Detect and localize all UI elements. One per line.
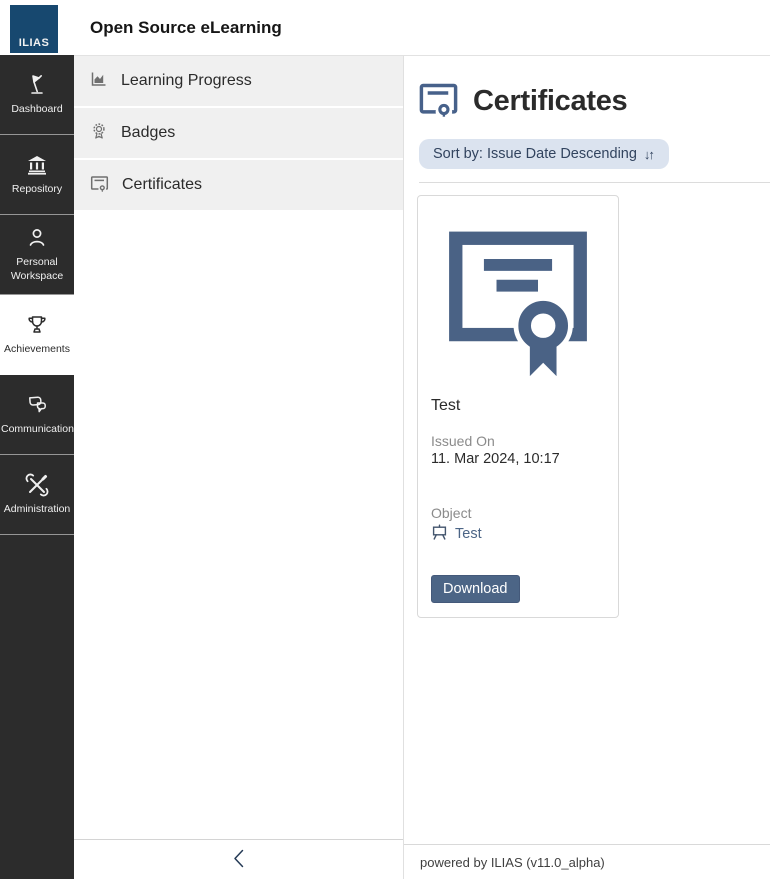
certificates-pane: Certificates Sort by: Issue Date Descend… [404,56,770,844]
page-heading-title: Certificates [473,85,627,118]
mainbar-item-dashboard[interactable]: Dashboard [0,55,74,135]
mainbar-item-label: Communication [1,423,73,436]
main-content: Certificates Sort by: Issue Date Descend… [404,55,770,879]
easel-icon [431,524,448,544]
slate-item-label: Badges [121,124,175,142]
download-button[interactable]: Download [431,575,520,603]
chat-bubbles-icon [25,393,49,417]
certificate-card: Test Issued On 11. Mar 2024, 10:17 Objec… [417,195,619,618]
rosette-badge-icon [90,122,108,145]
slate-item-certificates[interactable]: Certificates [74,160,403,210]
ilias-logo[interactable]: ILIAS [10,5,58,53]
object-link[interactable]: Test [431,524,482,544]
powered-by-text: powered by ILIAS (v11.0_alpha) [420,855,605,870]
sort-by-button[interactable]: Sort by: Issue Date Descending ↓↑ [419,139,669,169]
bank-icon [25,153,49,177]
sort-arrows-icon: ↓↑ [644,147,655,162]
mainbar-item-label: Repository [1,183,73,196]
top-header: ILIAS Open Source eLearning [0,0,770,55]
app-window: ILIAS Open Source eLearning Dashboard [0,0,770,879]
mainbar-item-label: Dashboard [1,103,73,116]
area-chart-icon [90,70,108,93]
slate-item-label: Certificates [122,176,202,194]
mainbar-item-personal-workspace[interactable]: Personal Workspace [0,215,74,295]
mainbar-item-achievements[interactable]: Achievements [0,295,74,375]
slate-item-badges[interactable]: Badges [74,108,403,158]
certificate-heading-icon [419,81,458,122]
collapse-slate-button[interactable] [222,845,255,875]
certificate-image [418,196,618,391]
issued-on-value: 11. Mar 2024, 10:17 [431,451,605,467]
mainbar-item-label: Personal Workspace [1,256,73,282]
chevron-left-icon [232,856,245,871]
page-heading: Certificates [419,81,770,122]
object-label: Object [431,505,605,521]
object-block: Object Test [431,505,605,545]
certificate-icon [90,174,109,197]
slate-item-label: Learning Progress [121,72,252,90]
sort-by-label: Sort by: Issue Date Descending [433,146,637,162]
issued-on-label: Issued On [431,433,605,449]
certificate-card-body: Test Issued On 11. Mar 2024, 10:17 Objec… [418,391,618,617]
slate-item-learning-progress[interactable]: Learning Progress [74,56,403,106]
content-divider [419,182,770,183]
person-icon [25,226,49,250]
slate-bottom-bar [74,839,403,879]
page-title: Open Source eLearning [90,18,282,38]
mainbar-item-label: Achievements [1,343,73,356]
mainbar-navigation: Dashboard Repository [0,55,74,879]
mainbar-item-communication[interactable]: Communication [0,375,74,455]
object-link-label: Test [455,526,482,542]
slate-item-list: Learning Progress Badges [74,56,403,839]
body-row: Dashboard Repository [0,55,770,879]
mainbar-item-repository[interactable]: Repository [0,135,74,215]
achievements-slate: Learning Progress Badges [74,55,404,879]
certificate-title: Test [431,397,605,415]
mainbar-item-administration[interactable]: Administration [0,455,74,535]
issued-on-block: Issued On 11. Mar 2024, 10:17 [431,433,605,467]
ilias-logo-text: ILIAS [19,37,50,53]
crossed-tools-icon [25,473,49,497]
powered-by-footer: powered by ILIAS (v11.0_alpha) [404,844,770,879]
mainbar-item-label: Administration [1,503,73,516]
desk-lamp-icon [25,73,49,97]
trophy-icon [25,313,49,337]
